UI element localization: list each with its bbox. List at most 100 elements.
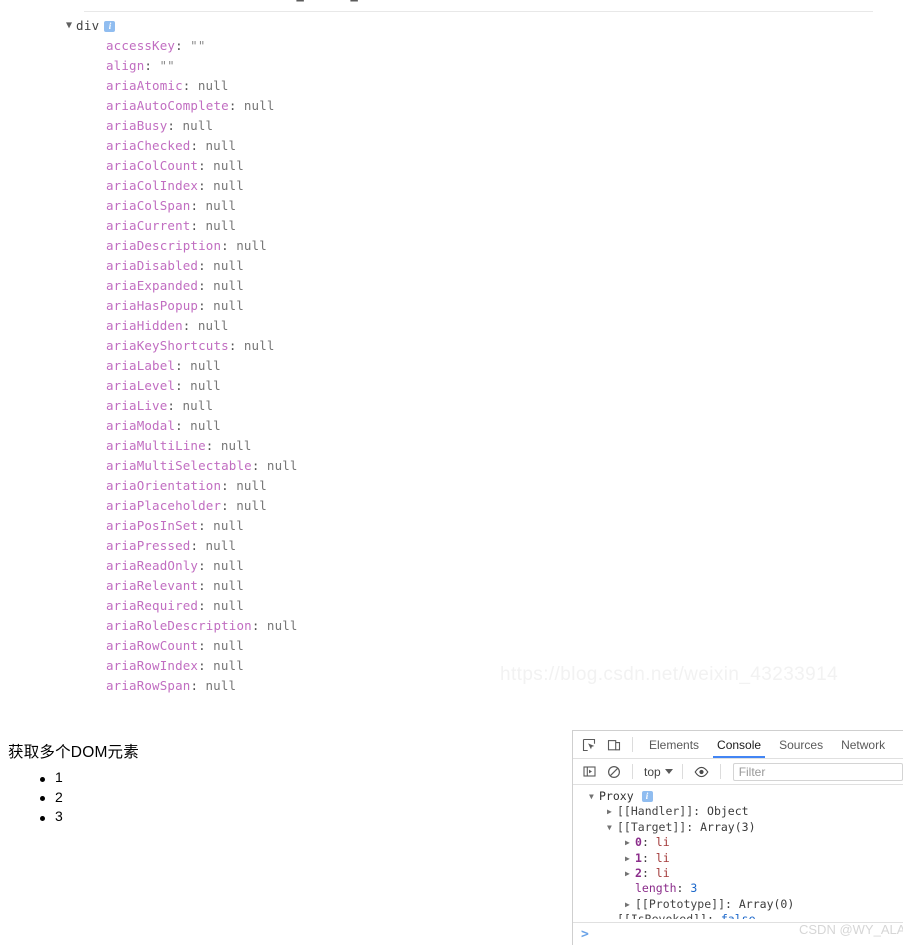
property-colon: : <box>221 498 237 513</box>
console-row[interactable]: 2: li <box>573 866 903 881</box>
console-token: false <box>721 912 756 919</box>
property-row[interactable]: ariaRequired: null <box>0 596 560 616</box>
property-key: ariaLive <box>106 398 168 413</box>
property-key: ariaColIndex <box>106 178 199 193</box>
tab-network[interactable]: Network <box>832 732 894 758</box>
tab-elements[interactable]: Elements <box>640 732 708 758</box>
property-value: null <box>213 158 244 173</box>
triangle-right-icon[interactable] <box>607 804 612 819</box>
property-row[interactable]: ariaCurrent: null <box>0 216 560 236</box>
triangle-right-icon[interactable] <box>625 897 630 912</box>
console-row[interactable]: 1: li <box>573 851 903 866</box>
console-row[interactable]: Proxy i <box>573 789 903 804</box>
console-row[interactable]: length: 3 <box>573 881 903 896</box>
property-row[interactable]: ariaDisabled: null <box>0 256 560 276</box>
property-row[interactable]: ariaModal: null <box>0 416 560 436</box>
tree-root-label: div <box>76 18 100 33</box>
console-token: [[Handler]] <box>617 804 694 819</box>
console-row[interactable]: 0: li <box>573 835 903 850</box>
property-colon: : <box>175 358 191 373</box>
property-value: null <box>213 298 244 313</box>
property-row[interactable]: ariaColSpan: null <box>0 196 560 216</box>
triangle-down-icon[interactable] <box>607 820 612 835</box>
live-expression-eye-icon[interactable] <box>690 761 714 783</box>
property-row[interactable]: ariaHidden: null <box>0 316 560 336</box>
property-row[interactable]: ariaRowSpan: null <box>0 676 560 696</box>
console-context-selector[interactable]: top <box>640 765 677 779</box>
property-row[interactable]: ariaRowIndex: null <box>0 656 560 676</box>
info-badge-icon[interactable]: i <box>641 791 653 802</box>
property-row[interactable]: ariaPosInSet: null <box>0 516 560 536</box>
property-row[interactable]: ariaRowCount: null <box>0 636 560 656</box>
property-row[interactable]: ariaAtomic: null <box>0 76 560 96</box>
property-colon: : <box>175 378 191 393</box>
property-value: null <box>213 638 244 653</box>
property-key: ariaPressed <box>106 538 191 553</box>
property-value: null <box>190 378 221 393</box>
console-row[interactable]: [[Prototype]]: Array(0) <box>573 897 903 912</box>
console-output: Proxy i[[Handler]]: Object[[Target]]: Ar… <box>573 785 903 919</box>
tree-root-div[interactable]: ▼ div i <box>0 16 560 36</box>
property-row[interactable]: ariaLabel: null <box>0 356 560 376</box>
console-sidebar-icon[interactable] <box>577 761 601 783</box>
triangle-right-icon[interactable] <box>625 866 630 881</box>
info-badge-icon[interactable]: i <box>104 21 116 32</box>
property-row[interactable]: ariaReadOnly: null <box>0 556 560 576</box>
console-token: 3 <box>690 881 698 896</box>
property-row[interactable]: ariaColIndex: null <box>0 176 560 196</box>
console-row[interactable]: [[Handler]]: Object <box>573 804 903 819</box>
device-toolbar-icon[interactable] <box>602 734 626 756</box>
property-row[interactable]: align: "" <box>0 56 560 76</box>
property-colon: : <box>190 678 206 693</box>
property-key: ariaMultiSelectable <box>106 458 252 473</box>
property-row[interactable]: ariaHasPopup: null <box>0 296 560 316</box>
property-row[interactable]: ariaPressed: null <box>0 536 560 556</box>
property-row[interactable]: ariaDescription: null <box>0 236 560 256</box>
property-row[interactable]: ariaKeyShortcuts: null <box>0 336 560 356</box>
tab-console[interactable]: Console <box>708 732 770 758</box>
property-row[interactable]: ariaChecked: null <box>0 136 560 156</box>
list-item: 3 <box>39 807 548 827</box>
property-row[interactable]: ariaMultiLine: null <box>0 436 560 456</box>
console-row[interactable]: [[Target]]: Array(3) <box>573 820 903 835</box>
property-value: null <box>236 478 267 493</box>
property-row[interactable]: ariaAutoComplete: null <box>0 96 560 116</box>
property-row[interactable]: accessKey: "" <box>0 36 560 56</box>
triangle-down-icon[interactable] <box>589 789 594 804</box>
triangle-right-icon[interactable] <box>625 851 630 866</box>
property-row[interactable]: ariaRoleDescription: null <box>0 616 560 636</box>
devtools-tab-group: Elements Console Sources Network <box>640 732 894 758</box>
clear-console-icon[interactable] <box>602 761 626 783</box>
tab-sources[interactable]: Sources <box>770 732 832 758</box>
property-value: null <box>213 578 244 593</box>
property-row[interactable]: ariaRelevant: null <box>0 576 560 596</box>
property-row[interactable]: ariaBusy: null <box>0 116 560 136</box>
property-row[interactable]: ariaColCount: null <box>0 156 560 176</box>
property-colon: : <box>205 438 221 453</box>
console-filter-input[interactable] <box>732 762 903 781</box>
property-value: null <box>197 78 229 93</box>
triangle-right-icon[interactable] <box>625 835 630 850</box>
property-row[interactable]: ariaMultiSelectable: null <box>0 456 560 476</box>
property-colon: : <box>228 98 244 113</box>
property-value: null <box>220 438 252 453</box>
property-row[interactable]: ariaLive: null <box>0 396 560 416</box>
property-key: ariaColCount <box>106 158 199 173</box>
property-row[interactable]: ariaOrientation: null <box>0 476 560 496</box>
property-value: null <box>243 98 275 113</box>
property-colon: : <box>251 458 267 473</box>
property-key: ariaRowCount <box>106 638 199 653</box>
devtools-tabbar: Elements Console Sources Network <box>573 731 903 759</box>
property-value: null <box>213 278 244 293</box>
console-token: [[Target]] <box>617 819 687 834</box>
inspect-element-icon[interactable] <box>577 734 601 756</box>
console-token: : <box>641 866 656 881</box>
property-colon: : <box>190 198 206 213</box>
property-row[interactable]: ariaLevel: null <box>0 376 560 396</box>
console-row[interactable]: [[IsRevoked]]: false <box>573 912 903 919</box>
console-filter-bar: top <box>573 759 903 785</box>
property-row[interactable]: ariaExpanded: null <box>0 276 560 296</box>
triangle-down-icon[interactable]: ▼ <box>66 16 72 36</box>
property-row[interactable]: ariaPlaceholder: null <box>0 496 560 516</box>
property-colon: : <box>144 58 160 73</box>
